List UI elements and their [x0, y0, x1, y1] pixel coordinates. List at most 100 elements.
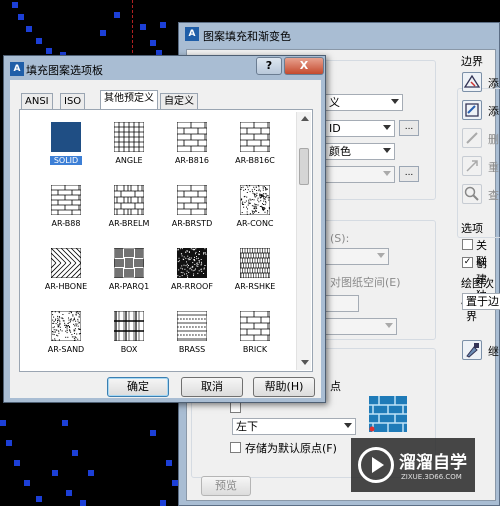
draw-order-combo[interactable]: 置于边界	[462, 293, 500, 323]
watermark-url: ZIXUE.3D66.COM	[401, 473, 462, 481]
cad-dot	[14, 460, 20, 466]
pattern-label: AR-BRELM	[108, 219, 150, 228]
angle-grid-icon	[114, 122, 144, 152]
recreate-boundary-label: 重	[488, 161, 499, 174]
pattern-swatch-solid[interactable]: SOLID	[36, 122, 96, 182]
scroll-down-arrow-icon[interactable]	[301, 360, 309, 365]
cancel-button[interactable]: 取消	[181, 377, 243, 397]
pattern-swatch-angle[interactable]: ANGLE	[99, 122, 159, 182]
palette-titlebar[interactable]: A 填充图案选项板 ? X	[4, 56, 325, 78]
pattern-swatch-ar-b816[interactable]: AR-B816	[162, 122, 222, 182]
watermark-logo: 溜溜自学 ZIXUE.3D66.COM	[351, 438, 475, 492]
tab-other-predefined[interactable]: 其他预定义	[100, 90, 158, 110]
view-selections-button[interactable]	[462, 184, 482, 204]
brick-small-icon	[51, 185, 81, 215]
cad-dot	[88, 470, 94, 476]
pattern-swatch-ar-hbone[interactable]: AR-HBONE	[36, 248, 96, 308]
swatch-combo[interactable]	[325, 166, 395, 183]
create-separate-checkbox[interactable]: ✓	[462, 257, 473, 268]
pick-points-icon	[463, 74, 481, 88]
pattern-label: ANGLE	[115, 156, 143, 165]
pattern-swatch-ar-sand[interactable]: AR-SAND	[36, 311, 96, 371]
preview-button[interactable]: 预览	[201, 476, 251, 496]
pattern-swatch-ar-brelm[interactable]: AR-BRELM	[99, 185, 159, 245]
pattern-swatch-box[interactable]: BOX	[99, 311, 159, 371]
associative-checkbox[interactable]	[462, 239, 473, 250]
pattern-label: AR-BRSTD	[171, 219, 213, 228]
scroll-up-arrow-icon[interactable]	[301, 116, 309, 121]
pattern-swatch-ar-b88[interactable]: AR-B88	[36, 185, 96, 245]
pattern-label: AR-SAND	[47, 345, 85, 354]
vertical-scrollbar[interactable]	[296, 112, 311, 370]
solid-fill-icon	[51, 122, 81, 152]
close-button[interactable]: X	[284, 57, 324, 75]
hatch-dialog-titlebar[interactable]: A 图案填充和渐变色	[179, 23, 499, 47]
pattern-label: SOLID	[50, 156, 82, 165]
brick-icon	[240, 311, 270, 341]
cad-dot	[36, 496, 42, 502]
pattern-swatch-ar-rshke[interactable]: AR-RSHKE	[225, 248, 285, 308]
cad-dot	[100, 30, 106, 36]
remove-boundaries-label: 删	[488, 133, 499, 146]
recreate-boundary-icon	[466, 160, 478, 172]
store-default-origin-checkbox[interactable]	[230, 442, 241, 453]
swatch-browse-button[interactable]: ...	[399, 166, 419, 182]
remove-boundary-icon	[466, 132, 478, 144]
pattern-label: AR-CONC	[236, 219, 274, 228]
angle-combo[interactable]	[325, 248, 389, 265]
color-combo[interactable]: 颜色	[325, 143, 395, 160]
cad-dot	[140, 24, 146, 30]
pattern-label: AR-RSHKE	[234, 282, 276, 291]
cad-dot	[72, 450, 78, 456]
pattern-grid: SOLID ANGLE AR-B816 AR-B816C AR-B88 AR-BRELM A…	[22, 112, 294, 370]
brick-icon	[177, 122, 207, 152]
inherit-properties-button[interactable]	[462, 340, 482, 360]
pattern-swatch-ar-rroof[interactable]: AR-RROOF	[162, 248, 222, 308]
tab-iso[interactable]: ISO	[60, 93, 86, 109]
tab-custom[interactable]: 自定义	[160, 93, 198, 109]
palette-body: ANSI ISO 其他预定义 自定义 SOLID ANGLE AR-B816 AR-B…	[10, 80, 321, 398]
pattern-combo[interactable]: ID	[325, 120, 395, 137]
inherit-brush-icon	[466, 343, 479, 358]
brass-icon	[177, 311, 207, 341]
scroll-thumb[interactable]	[299, 148, 309, 185]
options-heading: 选项	[461, 222, 483, 235]
pattern-label: AR-RROOF	[171, 282, 213, 291]
pattern-swatch-brass[interactable]: BRASS	[162, 311, 222, 371]
pattern-swatch-ar-conc[interactable]: AR-CONC	[225, 185, 285, 245]
cad-dot	[80, 500, 86, 506]
add-select-objects-button[interactable]	[462, 100, 482, 120]
default-to-boundary-checkbox[interactable]	[230, 402, 241, 413]
add-pick-points-button[interactable]	[462, 72, 482, 92]
iso-pen-width-combo[interactable]	[325, 318, 397, 335]
type-combo[interactable]: 义	[325, 94, 403, 111]
cad-dot	[150, 430, 156, 436]
tab-ansi[interactable]: ANSI	[21, 93, 53, 109]
recreate-boundary-button[interactable]	[462, 156, 482, 176]
shake-icon	[240, 248, 270, 278]
cad-dot	[36, 38, 42, 44]
pattern-browse-button[interactable]: ...	[399, 120, 419, 136]
hatch-pattern-palette-dialog: A 填充图案选项板 ? X ANSI ISO 其他预定义 自定义 SOLID AN…	[3, 55, 326, 403]
angle-label: (S):	[330, 232, 350, 245]
select-objects-icon	[465, 103, 479, 117]
pattern-swatch-ar-brstd[interactable]: AR-BRSTD	[162, 185, 222, 245]
pattern-label: BRASS	[178, 345, 206, 354]
origin-position-combo[interactable]: 左下	[232, 418, 356, 435]
cad-red-guide-line	[132, 0, 133, 58]
pattern-swatch-brick[interactable]: BRICK	[225, 311, 285, 371]
spacing-field[interactable]	[325, 295, 359, 312]
cad-dot	[52, 470, 58, 476]
pattern-label: AR-PARQ1	[108, 282, 150, 291]
pattern-swatch-ar-b816c[interactable]: AR-B816C	[225, 122, 285, 182]
cad-dot	[26, 26, 32, 32]
ok-button[interactable]: 确定	[107, 377, 169, 397]
brick-english-icon	[114, 185, 144, 215]
help-button[interactable]: 帮助(H)	[253, 377, 315, 397]
add-select-objects-label: 添	[488, 105, 499, 118]
cad-dot	[18, 14, 24, 20]
remove-boundaries-button[interactable]	[462, 128, 482, 148]
pattern-swatch-ar-parq1[interactable]: AR-PARQ1	[99, 248, 159, 308]
help-caption-button[interactable]: ?	[256, 57, 282, 75]
brick-icon	[240, 122, 270, 152]
